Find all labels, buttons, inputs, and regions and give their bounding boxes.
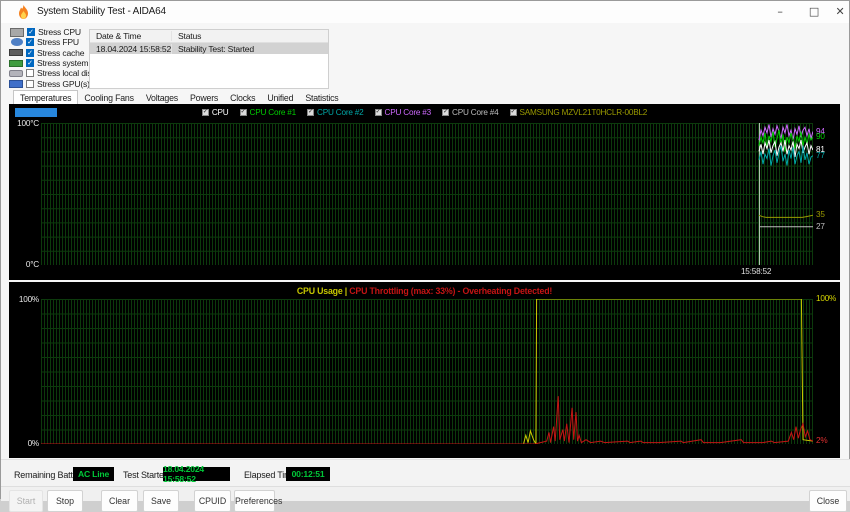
legend-label: CPU Core #2	[317, 107, 364, 117]
y-axis-min-label: 0%	[27, 439, 40, 448]
window-title: System Stability Test - AIDA64	[37, 6, 166, 17]
tab-temperatures[interactable]: Temperatures	[13, 90, 79, 104]
stress-option-label: Stress FPU	[37, 37, 79, 48]
time-axis-label: 15:58:52	[740, 267, 772, 276]
tab-statistics[interactable]: Statistics	[299, 91, 344, 104]
legend-checkbox[interactable]: ✓	[509, 108, 517, 116]
series-end-value-label: 77	[816, 150, 825, 160]
series-end-value-label: 2%	[816, 436, 828, 446]
series-end-value-label: 35	[816, 210, 825, 220]
remaining-battery-value: AC Line	[73, 467, 114, 481]
cpu-usage-chart-title: CPU Usage | CPU Throttling (max: 33%) - …	[9, 286, 840, 296]
stress-option-row: Stress local disks	[9, 68, 100, 78]
stress-checkbox[interactable]: ✓	[26, 59, 34, 68]
close-window-button[interactable]: ✕	[825, 1, 850, 23]
event-status: Stability Test: Started	[178, 43, 254, 54]
column-status: Status	[178, 31, 202, 41]
chart-title-right: CPU Throttling (max: 33%) - Overheating …	[347, 286, 553, 296]
y-axis-max-label: 100%	[18, 295, 39, 304]
cpu-icon	[10, 27, 24, 37]
stress-checkbox[interactable]: ✓	[26, 48, 34, 57]
start-button: Start	[9, 490, 43, 512]
stress-checkbox[interactable]	[26, 69, 34, 78]
legend-item: ✓ CPU Core #2	[307, 108, 364, 117]
cpuid-button[interactable]: CPUID	[194, 490, 231, 512]
cpu-usage-plot	[41, 299, 813, 444]
stress-options-panel: ✓ Stress CPU ✓ Stress FPU ✓ Stress cache ✓ Stre…	[9, 27, 121, 89]
fpu-icon	[11, 38, 23, 47]
clear-button[interactable]: Clear	[101, 490, 138, 512]
temperature-chart-panel: ✓ CPU ✓ CPU Core #1 ✓ CPU Core #2 ✓ CPU Core #3…	[9, 104, 840, 280]
legend-item: ✓ CPU	[201, 107, 229, 117]
series-end-value-label: 100%	[816, 294, 837, 303]
tab-voltages[interactable]: Voltages	[140, 91, 184, 104]
tab-clocks[interactable]: Clocks	[224, 91, 261, 104]
stress-checkbox[interactable]: ✓	[27, 28, 35, 37]
series-end-value-label: 27	[816, 221, 825, 231]
legend-label: SAMSUNG MZVL21T0HCLR-00BL2	[519, 107, 648, 117]
series-cpu-throttling	[41, 396, 813, 444]
cpu-usage-chart-panel: CPU Usage | CPU Throttling (max: 33%) - …	[9, 282, 840, 458]
legend-label: CPU Core #3	[384, 107, 432, 117]
titlebar: System Stability Test - AIDA64 – □ ✕	[1, 1, 849, 23]
event-datetime: 18.04.2024 15:58:52	[90, 43, 172, 54]
minimize-button[interactable]: –	[765, 1, 795, 23]
test-started-value: 18.04.2024 15:58:52	[163, 464, 230, 484]
stress-checkbox[interactable]: ✓	[26, 38, 34, 47]
legend-item: ✓ CPU Core #1	[239, 107, 297, 117]
cache-icon	[9, 49, 23, 57]
elapsed-time-value: 00:12:51	[286, 467, 330, 481]
y-axis-max-label: 100°C	[17, 119, 39, 128]
stress-option-label: Stress GPU(s)	[37, 78, 90, 89]
legend-label: CPU Core #1	[249, 107, 297, 117]
disk-icon	[9, 69, 23, 77]
legend-item: ✓ SAMSUNG MZVL21T0HCLR-00BL2	[509, 107, 648, 117]
tab-cooling-fans[interactable]: Cooling Fans	[78, 91, 139, 104]
event-log-table: Date & Time Status 18.04.2024 15:58:52 S…	[89, 29, 329, 89]
tab-unified[interactable]: Unified	[261, 91, 299, 104]
stop-button[interactable]: Stop	[47, 490, 83, 512]
stress-option-row: ✓ Stress CPU	[9, 27, 91, 37]
legend-checkbox[interactable]: ✓	[307, 108, 314, 116]
legend-label: CPU Core #4	[452, 107, 499, 117]
stress-option-row: ✓ Stress system memory	[9, 58, 121, 68]
status-bar: Remaining Battery: AC Line Test Started:…	[1, 459, 850, 487]
legend-item: ✓ CPU Core #4	[442, 108, 499, 117]
event-log-header: Date & Time Status	[90, 30, 328, 43]
series-end-value-label: 90	[816, 132, 825, 142]
stress-option-row: ✓ Stress cache	[9, 48, 91, 58]
gpu-icon	[9, 79, 23, 88]
preferences-button[interactable]: Preferences	[234, 490, 282, 512]
save-button[interactable]: Save	[143, 490, 179, 512]
y-axis-min-label: 0°C	[25, 260, 39, 269]
legend-item: ✓ CPU Core #3	[374, 107, 432, 117]
memory-icon	[9, 59, 23, 67]
stress-option-row: ✓ Stress FPU	[9, 37, 91, 47]
chart-tabs: Temperatures Cooling Fans Voltages Powers Cl…	[13, 90, 345, 104]
temperature-plot	[41, 123, 813, 265]
stress-checkbox[interactable]	[26, 79, 34, 88]
stress-option-row: Stress GPU(s)	[9, 78, 91, 89]
legend-checkbox[interactable]: ✓	[201, 108, 209, 116]
legend-label: CPU	[211, 107, 229, 117]
close-button[interactable]: Close	[809, 490, 847, 512]
aida64-flame-icon	[19, 5, 28, 19]
tab-powers[interactable]: Powers	[184, 91, 224, 104]
legend-checkbox[interactable]: ✓	[374, 108, 382, 116]
stress-option-label: Stress CPU	[38, 27, 81, 38]
legend-checkbox[interactable]: ✓	[239, 108, 247, 116]
table-row[interactable]: 18.04.2024 15:58:52 Stability Test: Star…	[90, 43, 328, 54]
legend-checkbox[interactable]: ✓	[442, 108, 449, 116]
temperature-legend: ✓ CPU ✓ CPU Core #1 ✓ CPU Core #2 ✓ CPU Core #3…	[9, 106, 840, 118]
chart-title-left: CPU Usage	[296, 286, 343, 296]
app-window: System Stability Test - AIDA64 – □ ✕ ✓ St…	[0, 0, 850, 512]
stress-option-label: Stress cache	[37, 47, 85, 58]
column-date-time: Date & Time	[90, 31, 172, 41]
